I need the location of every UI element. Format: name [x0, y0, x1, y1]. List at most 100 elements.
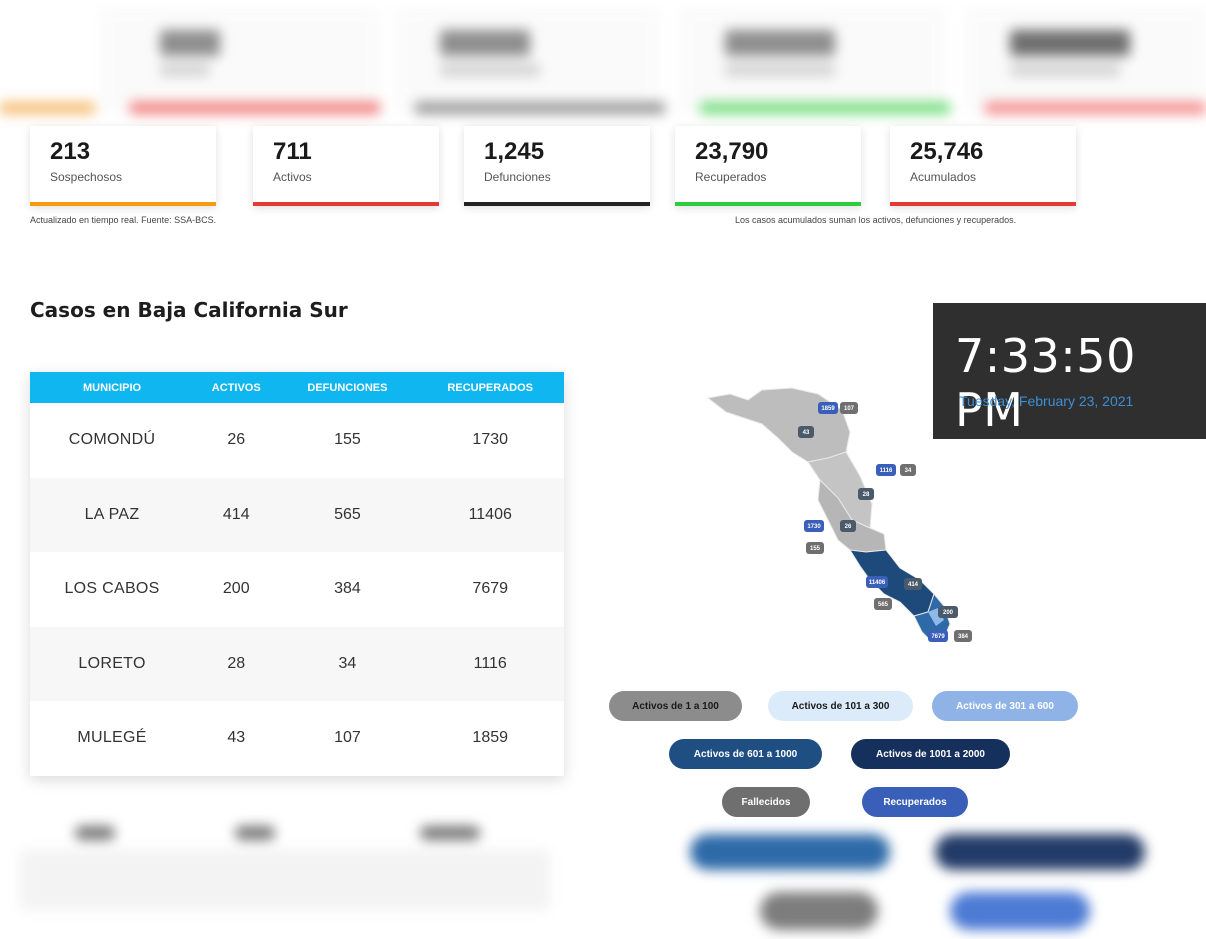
cell-municipio: COMONDÚ — [68, 431, 156, 449]
svg-text:155: 155 — [810, 546, 821, 552]
stat-label: Recuperados — [695, 170, 767, 184]
stat-label: Activos — [273, 170, 312, 184]
ghost-pill — [690, 834, 890, 870]
ghost-bar — [700, 102, 950, 114]
ghost-table — [20, 850, 550, 910]
cell-activos: 414 — [222, 505, 250, 523]
legend-recuperados[interactable]: Recuperados — [862, 787, 968, 817]
table-row: COMONDÚ 26 155 1730 — [30, 403, 564, 478]
svg-text:107: 107 — [844, 406, 855, 412]
stat-color-bar — [253, 202, 439, 206]
stat-value: 1,245 — [484, 138, 545, 165]
ghost-pill — [935, 834, 1145, 870]
map-region-mulege[interactable] — [706, 387, 851, 463]
map-tag-lapaz-activos: 414 — [904, 578, 922, 590]
stat-card-defunciones: 1,245 Defunciones — [464, 126, 650, 206]
cell-activos: 28 — [227, 654, 246, 672]
cell-defunciones: 565 — [334, 505, 361, 523]
ghost-card — [395, 8, 660, 112]
stat-card-acumulados: 25,746 Acumulados — [890, 126, 1076, 206]
stat-card-recuperados: 23,790 Recuperados — [675, 126, 861, 206]
stat-color-bar — [30, 202, 216, 206]
legend-activos-1-100[interactable]: Activos de 1 a 100 — [609, 691, 742, 721]
column-header: ACTIVOS — [211, 381, 261, 394]
svg-text:26: 26 — [845, 524, 852, 530]
legend-activos-301-600[interactable]: Activos de 301 a 600 — [932, 691, 1078, 721]
stat-value: 213 — [50, 138, 91, 165]
ghost-bar — [130, 102, 380, 114]
map-tag-loscabos-defunciones: 384 — [954, 630, 972, 642]
table-row: MULEGÉ 43 107 1859 — [30, 701, 564, 776]
map-tag-loscabos-activos: 200 — [938, 606, 958, 618]
ghost-card — [965, 8, 1206, 112]
svg-text:7679: 7679 — [931, 634, 945, 640]
stat-color-bar — [890, 202, 1076, 206]
cell-defunciones: 155 — [334, 431, 361, 449]
map-tag-comondu-defunciones: 155 — [806, 542, 824, 554]
stat-color-bar — [464, 202, 650, 206]
svg-text:1730: 1730 — [807, 524, 821, 530]
map-tag-comondu-recuperados: 1730 — [804, 520, 824, 532]
svg-text:384: 384 — [958, 634, 969, 640]
cell-recuperados: 7679 — [472, 580, 509, 598]
map-tag-mulege-activos: 43 — [798, 426, 814, 438]
cell-recuperados: 11406 — [468, 505, 512, 523]
svg-text:11406: 11406 — [869, 580, 886, 586]
ghost-text — [75, 826, 115, 840]
cell-defunciones: 107 — [334, 729, 361, 747]
stat-card-activos: 711 Activos — [253, 126, 439, 206]
map-tag-lapaz-recuperados: 11406 — [866, 576, 888, 588]
legend-activos-1001-2000[interactable]: Activos de 1001 a 2000 — [851, 739, 1010, 769]
cell-recuperados: 1116 — [473, 654, 507, 672]
legend-activos-101-300[interactable]: Activos de 101 a 300 — [768, 691, 913, 721]
svg-text:565: 565 — [878, 602, 889, 608]
svg-text:34: 34 — [905, 468, 912, 474]
stat-card-sospechosos: 213 Sospechosos — [30, 126, 216, 206]
accumulated-note: Los casos acumulados suman los activos, … — [735, 215, 1017, 225]
stat-label: Sospechosos — [50, 170, 123, 184]
ghost-bar — [985, 102, 1206, 114]
stat-label: Acumulados — [910, 170, 977, 184]
cell-defunciones: 384 — [334, 580, 361, 598]
svg-text:1116: 1116 — [880, 468, 893, 474]
map-tag-comondu-activos: 26 — [840, 520, 856, 532]
ghost-label — [725, 64, 835, 76]
ghost-text — [420, 826, 480, 840]
map-tag-loscabos-recuperados: 7679 — [928, 630, 948, 642]
ghost-pill — [950, 892, 1090, 930]
svg-text:1859: 1859 — [821, 406, 835, 412]
ghost-number — [1010, 30, 1130, 56]
table-row: LA PAZ 414 565 11406 — [30, 477, 564, 552]
map-tag-lapaz-defunciones: 565 — [874, 598, 892, 610]
map-tag-mulege-defunciones: 107 — [840, 402, 858, 414]
ghost-number — [160, 30, 220, 56]
clock-time: 7:33:50 PM — [955, 329, 1136, 437]
stat-color-bar — [675, 202, 861, 206]
ghost-label — [440, 64, 540, 76]
stat-label: Defunciones — [484, 170, 551, 184]
ghost-label — [160, 64, 210, 76]
legend-fallecidos[interactable]: Fallecidos — [722, 787, 810, 817]
svg-text:414: 414 — [908, 582, 919, 588]
ghost-pill — [760, 892, 878, 930]
ghost-number — [440, 30, 530, 56]
cell-municipio: LORETO — [78, 654, 146, 672]
ghost-bar — [0, 102, 95, 114]
map-tag-loreto-defunciones: 34 — [900, 464, 916, 476]
cell-recuperados: 1859 — [472, 729, 509, 747]
ghost-label — [1010, 64, 1120, 76]
ghost-card — [680, 8, 945, 112]
ghost-card — [100, 8, 380, 112]
baja-california-sur-map: 1859 107 43 1116 34 28 1730 26 155 11406… — [706, 387, 972, 643]
cases-table: MUNICIPIO ACTIVOS DEFUNCIONES RECUPERADO… — [30, 372, 564, 776]
table-row: LOS CABOS 200 384 7679 — [30, 552, 564, 627]
svg-text:28: 28 — [863, 492, 870, 498]
legend-activos-601-1000[interactable]: Activos de 601 a 1000 — [669, 739, 822, 769]
cell-municipio: LOS CABOS — [64, 580, 160, 598]
svg-text:43: 43 — [803, 430, 810, 436]
ghost-bar — [415, 102, 665, 114]
ghost-text — [235, 826, 275, 840]
cell-defunciones: 34 — [338, 654, 357, 672]
section-title: Casos en Baja California Sur — [30, 298, 348, 322]
stat-value: 25,746 — [910, 138, 984, 165]
